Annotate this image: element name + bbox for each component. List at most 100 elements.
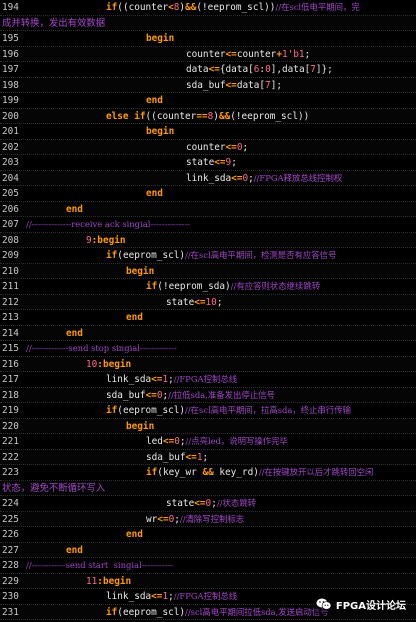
identifier-token: (!eeprom_sda)	[157, 281, 231, 292]
identifier-token: state	[166, 498, 195, 509]
number-token: 10	[205, 296, 217, 308]
line-content: sda_buf<=data[7];	[186, 78, 282, 93]
identifier-token: ))	[297, 110, 310, 122]
code-line: 216 10:begin	[0, 356, 416, 372]
line-number: 214	[2, 327, 19, 339]
line-number: 218	[2, 389, 19, 401]
identifier-token: ;	[231, 157, 237, 168]
code-line: 194 if((counter<8)&&(!eeprom_scl))//在scl低…	[0, 0, 416, 16]
line-number: 194	[2, 2, 19, 13]
operator-token: &&	[218, 110, 231, 122]
keyword-token: begin	[126, 265, 155, 277]
line-number: 205	[2, 188, 19, 199]
keyword-token: begin	[126, 420, 155, 432]
code-line: 218 sda_buf<=0;//拉低sda,准备发出停止信号	[0, 387, 416, 403]
keyword-token: :begin	[91, 234, 126, 246]
line-number: 208	[2, 234, 19, 246]
keyword-token: if	[106, 250, 118, 261]
identifier-token: state	[186, 157, 215, 168]
comment-token: //FPGA控制总线	[173, 591, 238, 601]
comment-token: //状态跳转	[216, 498, 256, 508]
operator-token: <=	[162, 436, 175, 447]
identifier-token: link_sda	[186, 172, 232, 184]
identifier-token: ]};	[315, 64, 333, 75]
line-content: if(!eeprom_sda)//有应答则状态继续跳转	[146, 279, 321, 294]
code-line: 210 begin	[0, 263, 416, 279]
line-number: 215	[2, 343, 19, 354]
line-content: begin	[146, 124, 175, 139]
code-line: 206 end	[0, 201, 416, 217]
code-line: 200 else if((counter==8)&&(!eeprom_scl))	[0, 108, 416, 124]
number-token: 1'b1	[281, 48, 305, 60]
identifier-token: (eeprom_scl)	[117, 405, 186, 416]
operator-token: <=	[214, 157, 226, 168]
line-content: counter<=0;	[186, 140, 248, 155]
operator-token: <=	[151, 374, 163, 385]
identifier-token: ((	[117, 2, 129, 13]
line-number: 223	[2, 467, 19, 478]
line-number: 198	[2, 79, 19, 91]
identifier-token: ))	[264, 2, 276, 13]
comment-token: //在scl高电平期间，检测是否有应答信号	[185, 250, 337, 260]
line-number: 196	[2, 48, 19, 60]
number-token: 10	[86, 358, 98, 370]
comment-token: //点亮led，说明写操作完毕	[185, 436, 288, 446]
keyword-token: begin	[146, 126, 175, 137]
code-line: 227 end	[0, 542, 416, 558]
code-line: 225 wr<=0;//清除写控制标志	[0, 511, 416, 527]
line-number: 228	[2, 560, 19, 571]
line-content: sda_buf<=1;	[146, 450, 209, 465]
keyword-token: if	[146, 281, 158, 292]
code-line: 222 sda_buf<=1;	[0, 449, 416, 465]
code-line: 217 link_sda<=1;//FPGA控制总线	[0, 372, 416, 388]
identifier-token: {data[	[219, 64, 254, 75]
line-number: 225	[2, 513, 19, 525]
keyword-token: end	[66, 544, 83, 556]
operator-token: ==	[196, 110, 208, 122]
comment-continuation: 成并转换，发出有效数据	[2, 17, 106, 29]
comment-token: //拉低sda,准备发出停止信号	[168, 389, 275, 400]
identifier-token: ;	[202, 451, 209, 463]
code-line: 226 end	[0, 527, 416, 543]
line-number: 200	[2, 110, 19, 122]
code-line: 207 //--------------receive ack singial--…	[0, 217, 416, 233]
line-number: 211	[2, 281, 19, 292]
code-line: 220 begin	[0, 418, 416, 434]
number-token: 11	[86, 575, 98, 587]
code-line: 198 sda_buf<=data[7];	[0, 77, 416, 93]
code-line: 229 11:begin	[0, 573, 416, 589]
watermark: FPGA设计论坛	[313, 594, 408, 614]
line-number: 203	[2, 157, 19, 168]
keyword-token: else if	[106, 110, 146, 122]
line-content: state<=9;	[186, 155, 237, 170]
code-line: 199 end	[0, 93, 416, 109]
line-content: end	[126, 527, 143, 542]
wechat-icon	[316, 598, 332, 610]
operator-token: <=	[225, 141, 237, 153]
identifier-token: counter	[186, 48, 226, 60]
line-content: sda_buf<=0;//拉低sda,准备发出停止信号	[106, 388, 275, 403]
keyword-token: end	[126, 312, 143, 323]
code-line: 209 if(eeprom_scl)//在scl高电平期间，检测是否有应答信号	[0, 248, 416, 264]
line-content: counter<=counter+1'b1;	[186, 47, 310, 62]
line-content: if(key_wr && key_rd)//在按键放开以后才跳转回空闲	[146, 465, 373, 480]
line-number: 210	[2, 265, 19, 277]
identifier-token: state	[166, 296, 195, 308]
line-content: end	[146, 186, 163, 201]
code-line: 204 link_sda<=0;//FPGA释放总线控制权	[0, 170, 416, 186]
identifier-token: eeprom_scl	[241, 110, 298, 122]
line-content: if(eeprom_scl)//在scl高电平期间，检测是否有应答信号	[106, 248, 337, 263]
line-content: wr<=0;//清除写控制标志	[146, 512, 244, 527]
operator-token: <=	[194, 498, 206, 509]
comment-token: //scl高电平期间拉低sda,发送启动信号	[185, 606, 329, 617]
keyword-token: begin	[146, 33, 175, 44]
identifier-token: data[	[236, 79, 266, 91]
comment-token: //有应答则状态继续跳转	[230, 281, 321, 291]
keyword-token: end	[66, 203, 83, 215]
code-line: 195 begin	[0, 31, 416, 47]
keyword-token: :begin	[97, 358, 132, 370]
operator-token: <=	[151, 591, 163, 602]
identifier-token: (!	[196, 2, 208, 13]
line-number: 209	[2, 250, 19, 261]
code-line: 214 end	[0, 325, 416, 341]
